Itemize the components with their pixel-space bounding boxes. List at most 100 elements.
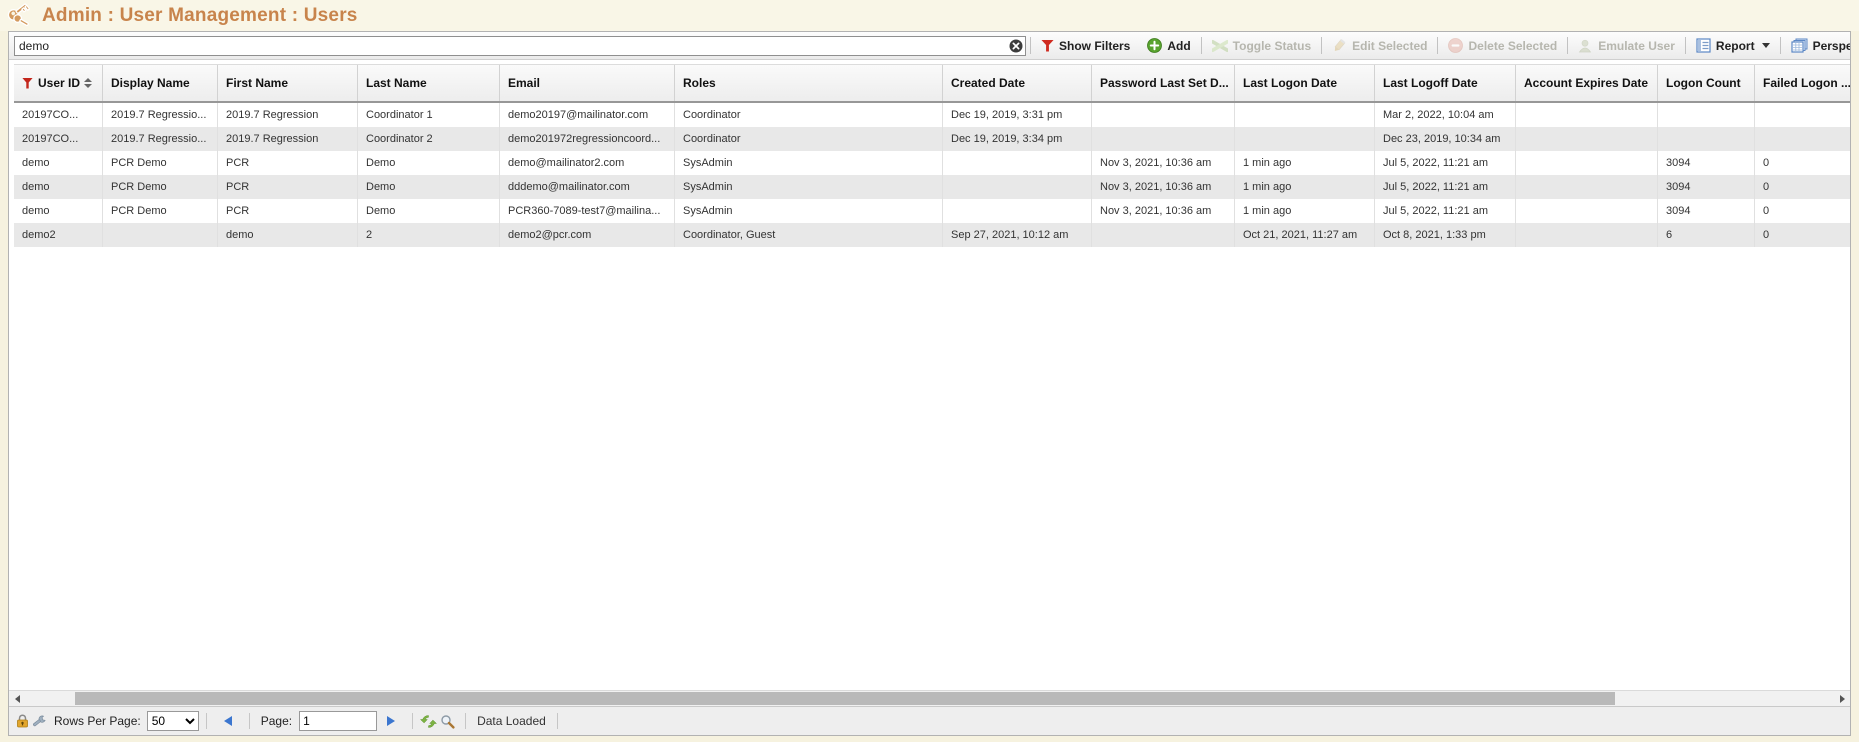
users-table: User ID Display Name First NameLast Name Em… (9, 64, 1850, 690)
search-input[interactable] (14, 36, 1026, 56)
scroll-left-button[interactable] (9, 691, 25, 706)
cell-first-name: demo (218, 223, 358, 247)
page-label: Page: (261, 714, 292, 728)
cell-user-id: demo (14, 151, 103, 175)
column-header-first-name[interactable]: First Name (218, 65, 358, 101)
table-row[interactable]: demoPCR DemoPCRDemoPCR360-7089-test7@mai… (14, 199, 1850, 223)
add-label: Add (1167, 39, 1190, 53)
cell-last-name: Coordinator 2 (358, 127, 500, 151)
next-page-button[interactable] (387, 716, 395, 726)
edit-selected-button[interactable]: Edit Selected (1326, 37, 1433, 55)
column-header-display-name[interactable]: Display Name (103, 65, 218, 101)
emulate-user-button[interactable]: Emulate User (1572, 37, 1681, 55)
rows-per-page-select[interactable]: 50 (147, 711, 199, 731)
table-row[interactable]: demoPCR DemoPCRDemodddemo@mailinator.com… (14, 175, 1850, 199)
cell-created-date: Dec 19, 2019, 3:31 pm (943, 103, 1092, 127)
cell-first-name: PCR (218, 151, 358, 175)
cell-last-name: Demo (358, 151, 500, 175)
column-header-logon-count[interactable]: Logon Count (1658, 65, 1755, 101)
cell-failed-logon: 0 (1755, 199, 1850, 223)
user-grid-panel: Show Filters Add Toggle Status (8, 31, 1851, 736)
cell-password-last-set (1092, 103, 1235, 127)
cell-last-logon-date: 1 min ago (1235, 151, 1375, 175)
previous-page-button[interactable] (224, 716, 232, 726)
cell-roles: SysAdmin (675, 199, 943, 223)
show-filters-button[interactable]: Show Filters (1035, 37, 1136, 55)
report-button[interactable]: Report (1690, 36, 1776, 55)
emulate-user-label: Emulate User (1598, 39, 1675, 53)
toggle-status-button[interactable]: Toggle Status (1206, 37, 1317, 55)
right-arrow-icon (1840, 695, 1845, 703)
wrench-icon[interactable] (32, 714, 47, 728)
table-row[interactable]: 20197CO...2019.7 Regressio...2019.7 Regr… (14, 127, 1850, 151)
cell-display-name: PCR Demo (103, 151, 218, 175)
lock-icon[interactable] (16, 714, 29, 728)
cell-roles: Coordinator, Guest (675, 223, 943, 247)
keys-icon (5, 1, 35, 31)
sort-icon (84, 78, 92, 88)
scrollbar-thumb[interactable] (75, 692, 1615, 705)
cell-last-logon-date: 1 min ago (1235, 199, 1375, 223)
page-number-input[interactable] (299, 711, 377, 731)
cell-logon-count (1658, 127, 1755, 151)
cell-last-name: Demo (358, 175, 500, 199)
cell-created-date: Sep 27, 2021, 10:12 am (943, 223, 1092, 247)
cell-last-logoff-date: Jul 5, 2022, 11:21 am (1375, 175, 1516, 199)
table-row[interactable]: 20197CO...2019.7 Regressio...2019.7 Regr… (14, 103, 1850, 127)
cell-email: demo20197@mailinator.com (500, 103, 675, 127)
column-label: Display Name (111, 76, 190, 90)
cell-logon-count: 6 (1658, 223, 1755, 247)
cell-account-expires-date (1516, 199, 1658, 223)
delete-selected-button[interactable]: Delete Selected (1442, 36, 1563, 55)
cell-last-name: Coordinator 1 (358, 103, 500, 127)
add-button[interactable]: Add (1141, 36, 1196, 55)
cell-first-name: PCR (218, 175, 358, 199)
scrollbar-track[interactable] (25, 691, 1834, 706)
column-filter-icon (22, 78, 33, 89)
horizontal-scrollbar[interactable] (9, 690, 1850, 706)
cell-roles: Coordinator (675, 127, 943, 151)
cell-email: demo@mailinator2.com (500, 151, 675, 175)
column-label: User ID (38, 76, 80, 90)
cell-created-date (943, 175, 1092, 199)
column-label: Email (508, 76, 540, 90)
refresh-icon[interactable] (420, 714, 437, 729)
pencil-icon (1332, 39, 1347, 53)
column-header-failed-logon[interactable]: Failed Logon ... (1755, 65, 1850, 101)
column-header-email[interactable]: Email (500, 65, 675, 101)
toolbar-separator (1030, 37, 1031, 54)
column-header-account-expires-date[interactable]: Account Expires Date (1516, 65, 1658, 101)
cell-password-last-set (1092, 127, 1235, 151)
table-row[interactable]: demoPCR DemoPCRDemodemo@mailinator2.comS… (14, 151, 1850, 175)
cell-password-last-set: Nov 3, 2021, 10:36 am (1092, 199, 1235, 223)
toolbar-separator (1685, 37, 1686, 54)
cell-failed-logon: 0 (1755, 175, 1850, 199)
status-message: Data Loaded (477, 714, 546, 728)
column-header-user-id[interactable]: User ID (14, 65, 103, 101)
scroll-right-button[interactable] (1834, 691, 1850, 706)
clear-search-icon[interactable] (1009, 39, 1023, 53)
column-header-last-logon-date[interactable]: Last Logon Date (1235, 65, 1375, 101)
cell-last-name: 2 (358, 223, 500, 247)
column-header-last-logoff-date[interactable]: Last Logoff Date (1375, 65, 1516, 101)
table-row[interactable]: demo2demo2demo2@pcr.comCoordinator, Gues… (14, 223, 1850, 247)
cell-display-name: 2019.7 Regressio... (103, 103, 218, 127)
magnifier-icon[interactable] (440, 714, 455, 729)
perspectives-button[interactable]: Perspectives (1785, 36, 1851, 55)
column-header-roles[interactable]: Roles (675, 65, 943, 101)
toggle-status-label: Toggle Status (1233, 39, 1311, 53)
cell-logon-count: 3094 (1658, 199, 1755, 223)
footer-separator (249, 713, 250, 729)
column-header-last-name[interactable]: Last Name (358, 65, 500, 101)
column-label: Logon Count (1666, 76, 1741, 90)
toolbar-separator (1567, 37, 1568, 54)
table-body: 20197CO...2019.7 Regressio...2019.7 Regr… (14, 103, 1850, 247)
column-label: Last Logon Date (1243, 76, 1337, 90)
column-header-created-date[interactable]: Created Date (943, 65, 1092, 101)
stacked-windows-icon (1791, 38, 1808, 53)
search-box (14, 36, 1026, 56)
cell-first-name: 2019.7 Regression (218, 103, 358, 127)
cell-email: demo201972regressioncoord... (500, 127, 675, 151)
cell-email: demo2@pcr.com (500, 223, 675, 247)
column-header-password-last-set[interactable]: Password Last Set D... (1092, 65, 1235, 101)
